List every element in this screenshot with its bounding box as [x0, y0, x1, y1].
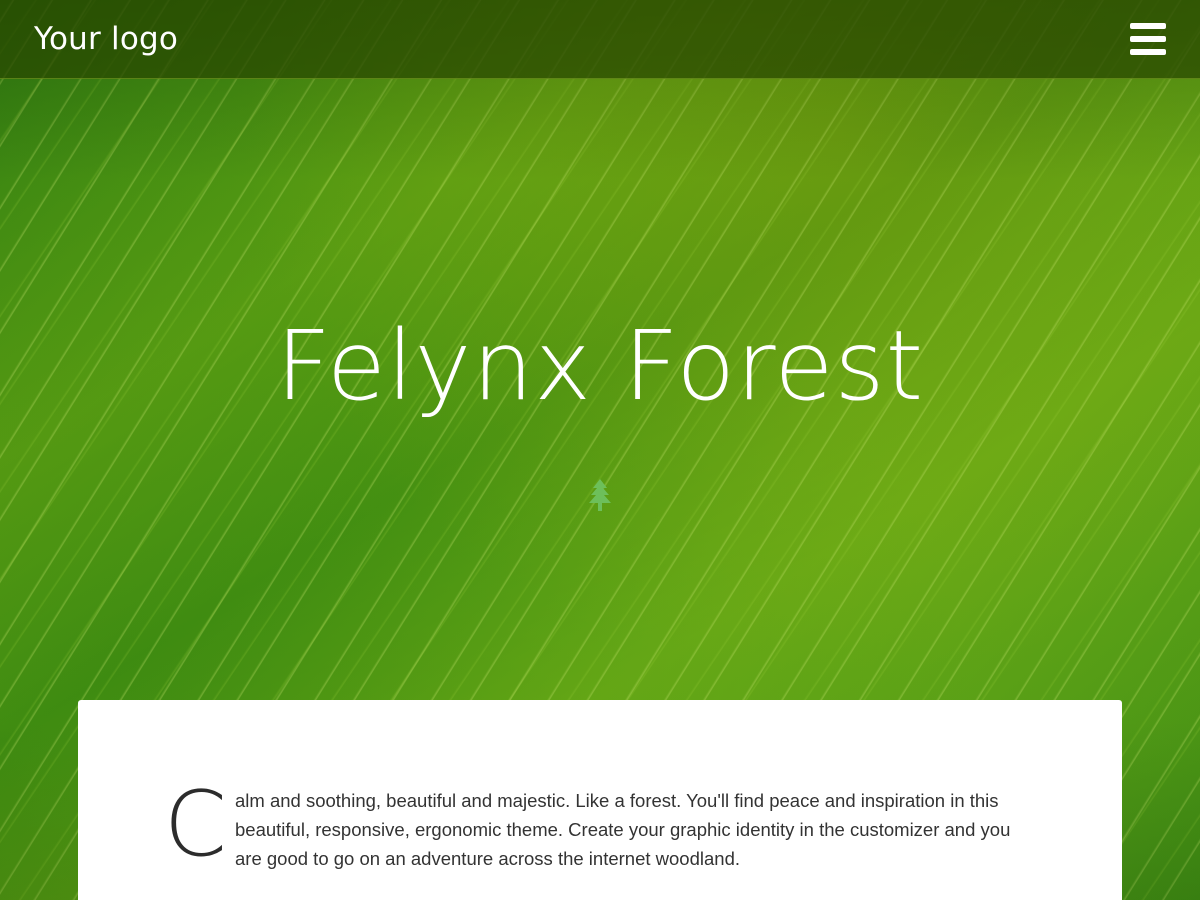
hamburger-menu-icon[interactable]	[1130, 23, 1166, 55]
menu-bar	[1130, 23, 1166, 29]
intro-paragraph: C alm and soothing, beautiful and majest…	[164, 780, 1034, 873]
site-logo[interactable]: Your logo	[34, 20, 178, 58]
intro-card: C alm and soothing, beautiful and majest…	[78, 700, 1122, 900]
menu-bar	[1130, 49, 1166, 55]
tree-icon	[589, 479, 611, 511]
hero-title-text: Felynx Forest	[275, 310, 925, 422]
site-header: Your logo	[0, 0, 1200, 79]
page: Your logo Felynx Forest C alm and soothi…	[0, 0, 1200, 900]
drop-cap: C	[164, 772, 227, 877]
intro-text: alm and soothing, beautiful and majestic…	[235, 790, 1011, 869]
hero-title: Felynx Forest	[0, 308, 1200, 424]
menu-bar	[1130, 36, 1166, 42]
